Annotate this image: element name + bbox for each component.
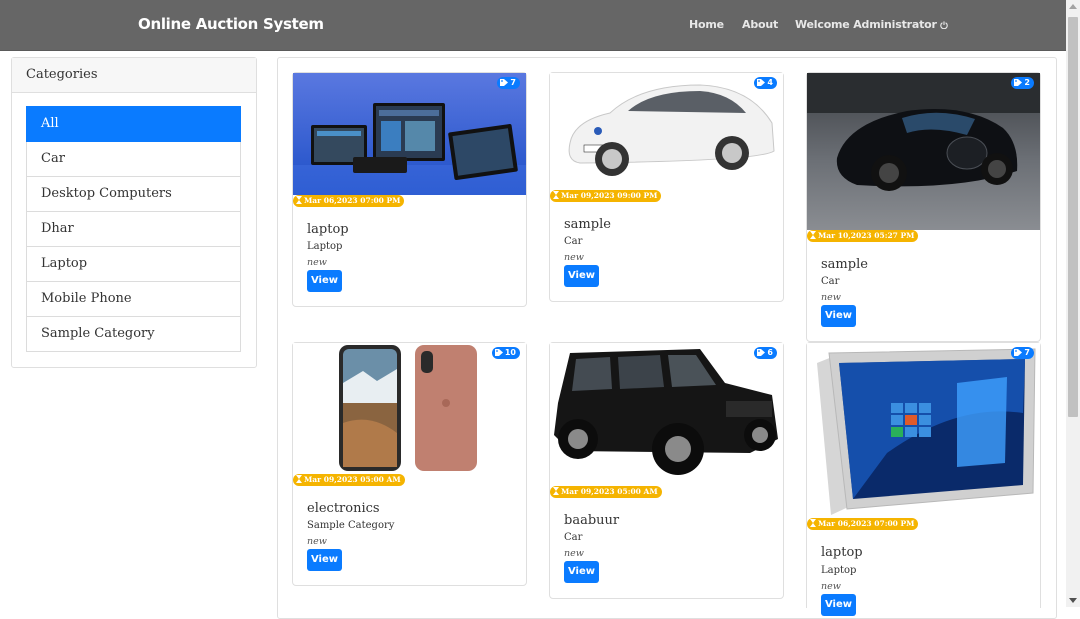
- bid-count-badge: 7: [1011, 347, 1034, 359]
- item-title: sample: [564, 217, 611, 232]
- item-card[interactable]: 7 Mar 06,2023 07:00 PM laptop Laptop new…: [292, 72, 527, 307]
- item-condition: new: [564, 548, 584, 559]
- category-item-sample-category[interactable]: Sample Category: [26, 317, 241, 352]
- item-image[interactable]: [293, 343, 526, 474]
- category-item-car[interactable]: Car: [26, 142, 241, 177]
- item-title: electronics: [307, 501, 380, 516]
- bid-count: 4: [767, 78, 773, 87]
- item-condition: new: [307, 536, 327, 547]
- item-card[interactable]: 7 Mar 06,2023 07:00 PM laptop Laptop new…: [806, 342, 1041, 616]
- bid-count-badge: 4: [754, 77, 777, 89]
- bid-count: 2: [1024, 78, 1030, 87]
- hourglass-icon: [553, 487, 559, 495]
- item-image[interactable]: [293, 73, 526, 195]
- end-date: Mar 09,2023 09:00 PM: [561, 191, 658, 200]
- categories-list: All Car Desktop Computers Dhar Laptop Mo…: [26, 106, 241, 352]
- item-condition: new: [821, 581, 841, 592]
- category-item-desktop-computers[interactable]: Desktop Computers: [26, 177, 241, 212]
- tag-icon: [757, 349, 766, 356]
- item-category: Car: [564, 236, 583, 247]
- tag-icon: [1014, 349, 1023, 356]
- view-button[interactable]: View: [564, 265, 599, 287]
- hourglass-icon: [553, 191, 559, 199]
- view-button[interactable]: View: [307, 549, 342, 571]
- item-condition: new: [821, 292, 841, 303]
- end-date: Mar 06,2023 07:00 PM: [304, 196, 401, 205]
- item-card[interactable]: 4 Mar 09,2023 09:00 PM sample Car new Vi…: [549, 72, 784, 302]
- bid-count: 6: [767, 348, 773, 357]
- bid-count: 7: [1024, 348, 1030, 357]
- bid-count-badge: 10: [491, 347, 520, 359]
- view-button[interactable]: View: [821, 305, 856, 327]
- scroll-thumb[interactable]: [1068, 17, 1078, 417]
- item-category: Laptop: [821, 565, 857, 576]
- power-icon: [940, 21, 948, 29]
- brand-title[interactable]: Online Auction System: [138, 15, 324, 33]
- bid-count-badge: 6: [754, 347, 777, 359]
- item-category: Car: [821, 276, 840, 287]
- item-condition: new: [307, 257, 327, 268]
- welcome-label: Welcome Administrator: [795, 18, 937, 31]
- tag-icon: [494, 349, 503, 356]
- item-card[interactable]: 6 Mar 09,2023 05:00 AM baabuur Car new V…: [549, 342, 784, 599]
- item-image[interactable]: [550, 343, 783, 486]
- navbar: Online Auction System Home About Welcome…: [0, 0, 1066, 51]
- bid-count: 7: [510, 78, 516, 87]
- end-date-badge: Mar 09,2023 09:00 PM: [550, 190, 662, 202]
- hourglass-icon: [810, 519, 816, 527]
- item-image[interactable]: [550, 73, 783, 190]
- view-button[interactable]: View: [307, 270, 342, 292]
- hourglass-icon: [296, 196, 302, 204]
- nav-user-menu[interactable]: Welcome Administrator: [795, 18, 948, 31]
- end-date: Mar 09,2023 05:00 AM: [561, 487, 658, 496]
- item-title: sample: [821, 257, 868, 272]
- category-item-laptop[interactable]: Laptop: [26, 247, 241, 282]
- item-category: Sample Category: [307, 520, 395, 531]
- nav-about-link[interactable]: About: [742, 18, 778, 31]
- bid-count-badge: 7: [497, 77, 520, 89]
- bid-count: 10: [504, 348, 516, 357]
- item-title: laptop: [307, 222, 349, 237]
- hourglass-icon: [810, 231, 816, 239]
- end-date-badge: Mar 10,2023 05:27 PM: [807, 230, 919, 242]
- end-date-badge: Mar 09,2023 05:00 AM: [293, 474, 405, 486]
- category-item-dhar[interactable]: Dhar: [26, 212, 241, 247]
- item-condition: new: [564, 252, 584, 263]
- end-date-badge: Mar 09,2023 05:00 AM: [550, 486, 662, 498]
- item-category: Laptop: [307, 241, 343, 252]
- item-card[interactable]: 2 Mar 10,2023 05:27 PM sample Car new Vi…: [806, 72, 1041, 342]
- item-card[interactable]: 10 Mar 09,2023 05:00 AM electronics Samp…: [292, 342, 527, 586]
- category-item-mobile-phone[interactable]: Mobile Phone: [26, 282, 241, 317]
- hourglass-icon: [296, 475, 302, 483]
- end-date-badge: Mar 06,2023 07:00 PM: [807, 518, 919, 530]
- item-title: laptop: [821, 545, 863, 560]
- item-image[interactable]: [807, 73, 1040, 230]
- category-item-all[interactable]: All: [26, 106, 241, 142]
- categories-header: Categories: [12, 58, 256, 93]
- end-date: Mar 06,2023 07:00 PM: [818, 519, 915, 528]
- tag-icon: [757, 79, 766, 86]
- tag-icon: [1014, 79, 1023, 86]
- end-date-badge: Mar 06,2023 07:00 PM: [293, 195, 405, 207]
- item-image[interactable]: [807, 343, 1040, 518]
- page-scrollbar[interactable]: [1066, 0, 1080, 607]
- scroll-down-arrow-icon[interactable]: [1069, 598, 1077, 603]
- nav-home-link[interactable]: Home: [689, 18, 724, 31]
- categories-card: Categories All Car Desktop Computers Dha…: [11, 57, 257, 368]
- scroll-up-arrow-icon[interactable]: [1069, 4, 1077, 9]
- view-button[interactable]: View: [564, 561, 599, 583]
- view-button[interactable]: View: [821, 594, 856, 616]
- end-date: Mar 10,2023 05:27 PM: [818, 231, 915, 240]
- tag-icon: [500, 79, 509, 86]
- item-category: Car: [564, 532, 583, 543]
- item-title: baabuur: [564, 513, 620, 528]
- end-date: Mar 09,2023 05:00 AM: [304, 475, 401, 484]
- bid-count-badge: 2: [1011, 77, 1034, 89]
